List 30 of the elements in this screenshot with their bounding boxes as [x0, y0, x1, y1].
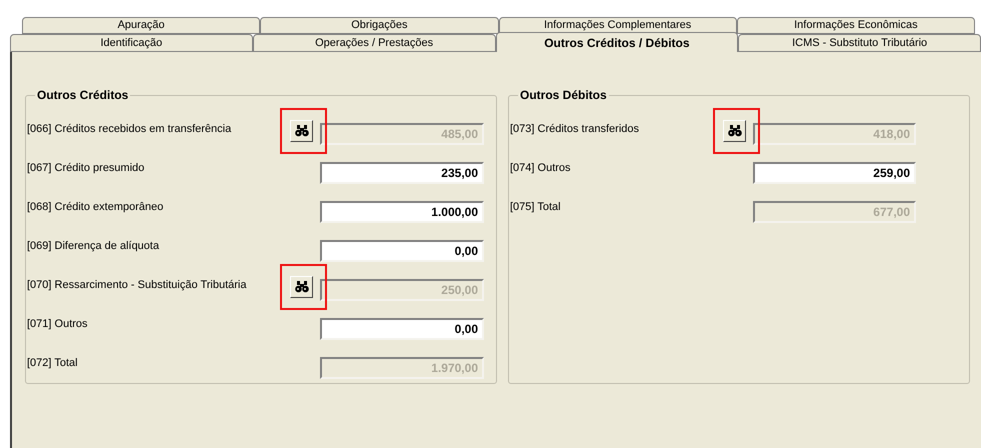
field-label: [070] Ressarcimento - Substituição Tributária	[27, 278, 248, 294]
input-field[interactable]: 0,00	[320, 240, 484, 262]
group-title: Outros Créditos	[36, 87, 130, 104]
field-label: [075] Total	[510, 200, 562, 216]
tab[interactable]: Obrigações	[260, 17, 498, 34]
field-label: [073] Créditos transferidos	[510, 122, 640, 138]
binoculars-icon	[728, 124, 742, 136]
search-button[interactable]	[723, 120, 746, 142]
binoculars-icon	[294, 124, 308, 136]
input-field[interactable]: 0,00	[320, 318, 484, 340]
field-label: [074] Outros	[510, 161, 572, 176]
group-title: Outros Débitos	[519, 87, 608, 104]
field-label: [072] Total	[27, 356, 79, 372]
tab[interactable]: Informações Econômicas	[736, 17, 975, 34]
tab[interactable]: Operações / Prestações	[252, 34, 496, 52]
tab[interactable]: ICMS - Substituto Tributário	[738, 34, 981, 52]
field-label: [066] Créditos recebidos em transferência	[27, 122, 232, 138]
field-label: [069] Diferença de alíquota	[27, 239, 160, 254]
binoculars-icon	[294, 280, 308, 292]
tab[interactable]: Outros Créditos / Débitos	[496, 32, 738, 52]
tab[interactable]: Identificação	[10, 34, 253, 52]
field-label: [071] Outros	[27, 317, 89, 332]
search-button[interactable]	[290, 276, 313, 298]
input-field[interactable]: 259,00	[753, 162, 916, 184]
search-button[interactable]	[290, 120, 313, 142]
field-label: [068] Crédito extemporâneo	[27, 200, 164, 216]
field-label: [067] Crédito presumido	[27, 161, 146, 176]
input-field[interactable]: 235,00	[320, 162, 484, 184]
tab[interactable]: Apuração	[22, 17, 260, 34]
input-field[interactable]: 1.000,00	[320, 200, 484, 222]
